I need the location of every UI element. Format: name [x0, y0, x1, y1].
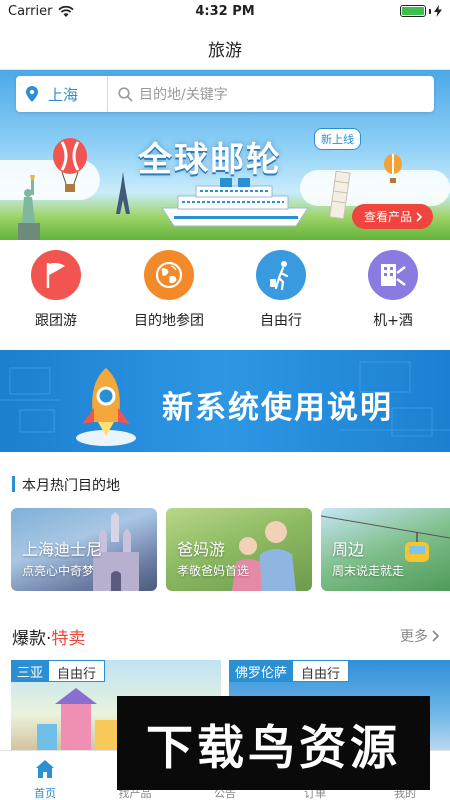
new-badge: 新上线: [314, 128, 361, 150]
chevron-right-icon: [432, 630, 440, 642]
product-type-tag: 自由行: [49, 660, 106, 682]
flag-icon: [31, 250, 81, 300]
status-right: [400, 5, 442, 17]
destination-name: 上海迪士尼: [22, 540, 103, 559]
system-guide-banner[interactable]: 新系统使用说明: [0, 350, 450, 452]
destination-subtitle: 周末说走就走: [332, 564, 405, 578]
more-link[interactable]: 更多: [400, 626, 440, 646]
leaning-tower-illustration: [329, 170, 351, 220]
search-placeholder: 目的地/关键字: [139, 87, 228, 103]
destination-card-nearby[interactable]: 周边 周末说走就走: [321, 508, 450, 591]
section-title: 本月热门目的地: [22, 478, 120, 494]
hot-sale-title: 爆款·特卖: [12, 624, 85, 649]
hero-banner[interactable]: 上海 目的地/关键字 全球邮轮 新上线 查看产品: [0, 70, 450, 240]
tab-home[interactable]: 首页: [0, 751, 90, 800]
globe-icon: [144, 250, 194, 300]
hotel-icon: [368, 250, 418, 300]
system-guide-title: 新系统使用说明: [162, 390, 393, 426]
destination-card-disney[interactable]: 上海迪士尼 点亮心中奇梦: [11, 508, 157, 591]
search-input[interactable]: 目的地/关键字: [108, 84, 434, 104]
watermark: 下载鸟资源: [117, 696, 430, 790]
status-time: 4:32 PM: [195, 4, 255, 19]
battery-tip: [429, 8, 431, 14]
hot-destinations-header: 本月热门目的地: [0, 464, 450, 504]
home-icon: [36, 760, 54, 778]
amusement-park-illustration: [37, 688, 117, 750]
product-tags: 佛罗伦萨 自由行: [229, 660, 350, 682]
search-bar: 上海 目的地/关键字: [16, 76, 434, 112]
rocket-illustration: [76, 368, 136, 446]
more-label: 更多: [400, 629, 428, 645]
product-location-tag: 三亚: [11, 660, 50, 682]
statue-of-liberty-illustration: [18, 175, 40, 240]
elderly-couple-illustration: [232, 521, 296, 591]
category-destination-tour[interactable]: 目的地参团: [119, 250, 219, 330]
hot-sale-header: 爆款·特卖 更多: [0, 618, 450, 652]
hot-air-balloon-illustration: [384, 154, 402, 183]
walker-icon: [256, 250, 306, 300]
category-label: 目的地参团: [134, 313, 204, 329]
destination-card-parents[interactable]: 爸妈游 孝敬爸妈首选: [166, 508, 312, 591]
cloud-decoration: [300, 170, 450, 206]
eiffel-tower-illustration: [116, 172, 130, 214]
charging-icon: [434, 5, 442, 17]
view-products-label: 查看产品: [364, 210, 413, 224]
section-accent-bar: [12, 476, 15, 492]
category-label: 机+酒: [373, 313, 413, 329]
page-title: 旅游: [208, 41, 242, 61]
status-bar: Carrier 4:32 PM: [0, 0, 450, 24]
hot-sale-title-highlight: 特卖: [51, 629, 86, 649]
battery-icon: [400, 5, 426, 17]
category-flight-hotel[interactable]: 机+酒: [343, 250, 443, 330]
hot-sale-title-prefix: 爆款·: [12, 629, 52, 649]
category-label: 自由行: [260, 313, 302, 329]
hero-title: 全球邮轮: [138, 140, 282, 180]
chevron-right-icon: [416, 211, 423, 222]
location-pin-icon: [26, 86, 38, 102]
destination-subtitle: 孝敬爸妈首选: [177, 564, 250, 578]
destination-name: 爸妈游: [177, 540, 226, 559]
destination-name: 周边: [332, 540, 365, 559]
nav-bar: 旅游: [0, 24, 450, 70]
cruise-ship-illustration: [161, 178, 309, 227]
hot-air-balloon-illustration: [53, 138, 87, 192]
product-tags: 三亚 自由行: [11, 660, 106, 682]
category-free-travel[interactable]: 自由行: [231, 250, 331, 330]
product-type-tag: 自由行: [293, 660, 350, 682]
category-label: 跟团游: [35, 313, 77, 329]
city-selector[interactable]: 上海: [16, 76, 108, 112]
product-location-tag: 佛罗伦萨: [229, 660, 294, 682]
category-group-tour[interactable]: 跟团游: [6, 250, 106, 330]
tab-label: 首页: [34, 787, 56, 800]
category-grid: 跟团游 目的地参团 自由行 机+酒: [0, 240, 450, 346]
search-icon: [118, 86, 133, 102]
view-products-button[interactable]: 查看产品: [352, 204, 434, 229]
city-label: 上海: [48, 85, 79, 104]
destination-subtitle: 点亮心中奇梦: [22, 564, 95, 578]
